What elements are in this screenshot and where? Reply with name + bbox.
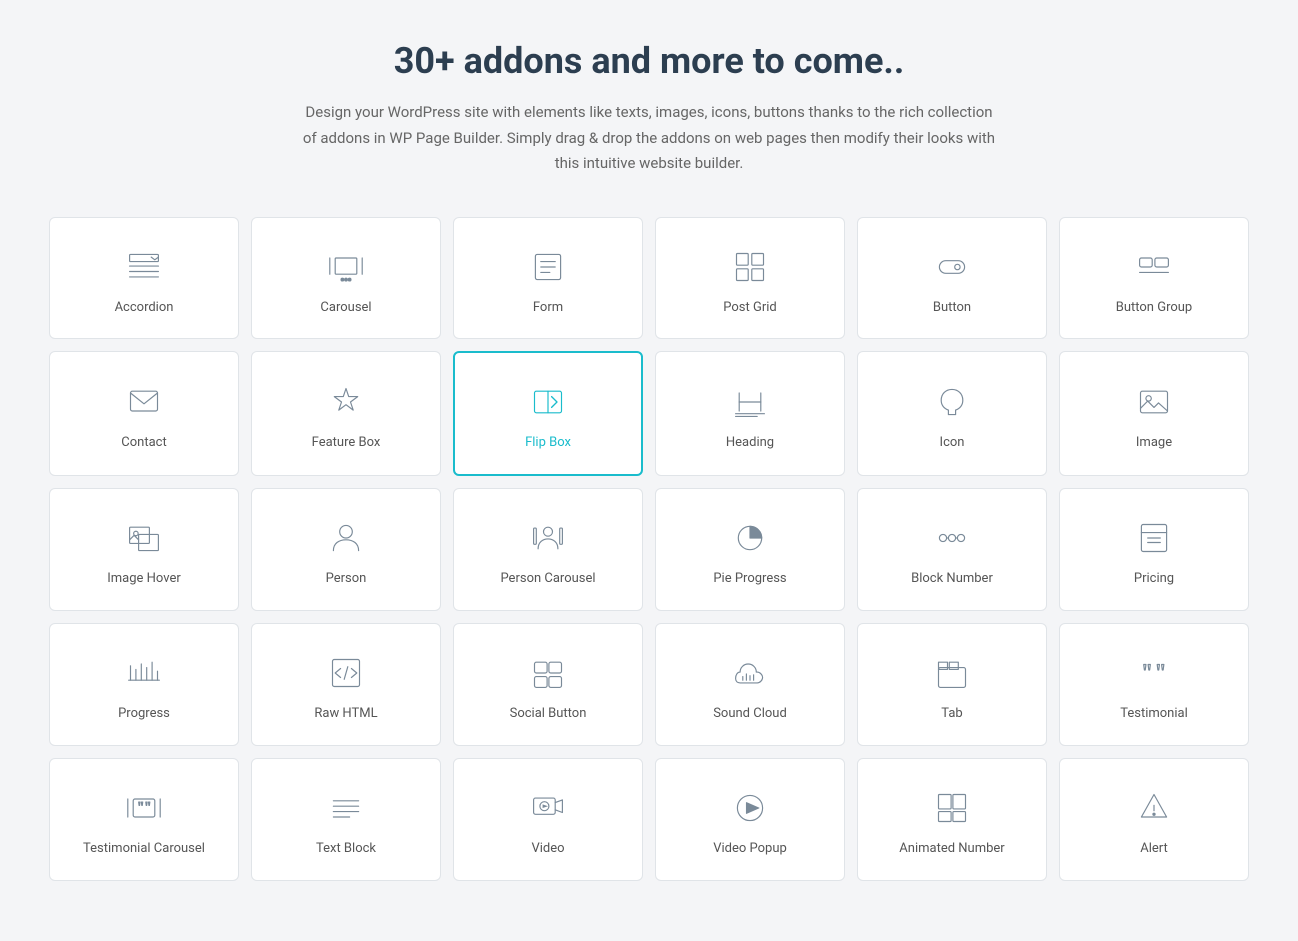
- form-icon: [527, 246, 569, 288]
- addon-card-post-grid[interactable]: Post Grid: [655, 217, 845, 340]
- post-grid-icon: [729, 246, 771, 288]
- pricing-icon: [1133, 517, 1175, 559]
- testimonial-icon: "": [1133, 652, 1175, 694]
- addon-label-alert: Alert: [1140, 841, 1168, 858]
- testimonial-carousel-icon: "": [123, 787, 165, 829]
- accordion-icon: [123, 246, 165, 288]
- addon-label-person: Person: [326, 571, 367, 588]
- addon-card-person-carousel[interactable]: Person Carousel: [453, 488, 643, 611]
- addon-label-image: Image: [1136, 435, 1172, 452]
- addon-label-button: Button: [933, 300, 971, 317]
- addon-card-progress[interactable]: Progress: [49, 623, 239, 746]
- addon-card-pricing[interactable]: Pricing: [1059, 488, 1249, 611]
- carousel-icon: [325, 246, 367, 288]
- addon-label-sound-cloud: Sound Cloud: [713, 706, 787, 723]
- svg-text:": ": [1156, 660, 1166, 686]
- alert-icon: [1133, 787, 1175, 829]
- addon-card-animated-number[interactable]: Animated Number: [857, 758, 1047, 881]
- addon-label-feature-box: Feature Box: [312, 435, 381, 452]
- addon-label-image-hover: Image Hover: [107, 571, 181, 588]
- page-title: 30+ addons and more to come..: [20, 40, 1278, 82]
- image-hover-icon: [123, 517, 165, 559]
- tab-icon: [931, 652, 973, 694]
- page-subtitle: Design your WordPress site with elements…: [299, 100, 999, 177]
- person-icon: [325, 517, 367, 559]
- video-popup-icon: [729, 787, 771, 829]
- addon-label-tab: Tab: [941, 706, 962, 723]
- person-carousel-icon: [527, 517, 569, 559]
- addon-card-raw-html[interactable]: Raw HTML: [251, 623, 441, 746]
- addon-label-contact: Contact: [121, 435, 166, 452]
- addon-card-social-button[interactable]: Social Button: [453, 623, 643, 746]
- addon-label-accordion: Accordion: [115, 300, 174, 317]
- addon-card-accordion[interactable]: Accordion: [49, 217, 239, 340]
- addon-label-testimonial-carousel: Testimonial Carousel: [83, 841, 205, 858]
- progress-icon: [123, 652, 165, 694]
- addon-card-heading[interactable]: Heading: [655, 351, 845, 476]
- addon-card-text-block[interactable]: Text Block: [251, 758, 441, 881]
- addon-label-post-grid: Post Grid: [723, 300, 776, 317]
- addon-card-alert[interactable]: Alert: [1059, 758, 1249, 881]
- addon-card-image-hover[interactable]: Image Hover: [49, 488, 239, 611]
- icon-icon: [931, 381, 973, 423]
- raw-html-icon: [325, 652, 367, 694]
- flip-box-icon: [527, 381, 569, 423]
- addon-card-icon[interactable]: Icon: [857, 351, 1047, 476]
- addon-label-block-number: Block Number: [911, 571, 993, 588]
- sound-cloud-icon: [729, 652, 771, 694]
- button-group-icon: [1133, 246, 1175, 288]
- addon-label-animated-number: Animated Number: [899, 841, 1004, 858]
- addon-label-text-block: Text Block: [316, 841, 376, 858]
- addon-card-image[interactable]: Image: [1059, 351, 1249, 476]
- addon-label-raw-html: Raw HTML: [314, 706, 377, 723]
- addon-card-button-group[interactable]: Button Group: [1059, 217, 1249, 340]
- addon-label-pie-progress: Pie Progress: [713, 571, 786, 588]
- addon-label-video-popup: Video Popup: [713, 841, 787, 858]
- addons-grid: Accordion Carousel Form Post Grid Button Butt…: [49, 217, 1249, 881]
- addon-label-video: Video: [531, 841, 564, 858]
- image-icon: [1133, 381, 1175, 423]
- addon-card-pie-progress[interactable]: Pie Progress: [655, 488, 845, 611]
- addon-card-person[interactable]: Person: [251, 488, 441, 611]
- addon-card-testimonial[interactable]: "" Testimonial: [1059, 623, 1249, 746]
- addon-label-button-group: Button Group: [1116, 300, 1192, 317]
- social-button-icon: [527, 652, 569, 694]
- video-icon: [527, 787, 569, 829]
- addon-label-icon: Icon: [940, 435, 965, 452]
- addon-label-heading: Heading: [726, 435, 774, 452]
- addon-label-social-button: Social Button: [510, 706, 587, 723]
- svg-text:": ": [145, 800, 151, 816]
- contact-icon: [123, 381, 165, 423]
- addon-card-block-number[interactable]: Block Number: [857, 488, 1047, 611]
- addon-label-testimonial: Testimonial: [1120, 706, 1188, 723]
- animated-number-icon: [931, 787, 973, 829]
- addon-card-contact[interactable]: Contact: [49, 351, 239, 476]
- addon-label-form: Form: [533, 300, 563, 317]
- addon-card-carousel[interactable]: Carousel: [251, 217, 441, 340]
- addon-card-video-popup[interactable]: Video Popup: [655, 758, 845, 881]
- addon-card-button[interactable]: Button: [857, 217, 1047, 340]
- addon-card-flip-box[interactable]: Flip Box: [453, 351, 643, 476]
- addon-label-person-carousel: Person Carousel: [500, 571, 595, 588]
- addon-card-sound-cloud[interactable]: Sound Cloud: [655, 623, 845, 746]
- feature-box-icon: [325, 381, 367, 423]
- addon-card-testimonial-carousel[interactable]: "" Testimonial Carousel: [49, 758, 239, 881]
- addon-label-flip-box: Flip Box: [525, 435, 571, 452]
- button-icon: [931, 246, 973, 288]
- addon-card-feature-box[interactable]: Feature Box: [251, 351, 441, 476]
- addon-card-video[interactable]: Video: [453, 758, 643, 881]
- heading-icon: [729, 381, 771, 423]
- svg-text:": ": [1142, 660, 1152, 686]
- svg-text:": ": [138, 800, 144, 816]
- addon-label-progress: Progress: [118, 706, 170, 723]
- addon-label-carousel: Carousel: [320, 300, 371, 317]
- block-number-icon: [931, 517, 973, 559]
- addon-card-tab[interactable]: Tab: [857, 623, 1047, 746]
- addon-label-pricing: Pricing: [1134, 571, 1174, 588]
- text-block-icon: [325, 787, 367, 829]
- pie-progress-icon: [729, 517, 771, 559]
- addon-card-form[interactable]: Form: [453, 217, 643, 340]
